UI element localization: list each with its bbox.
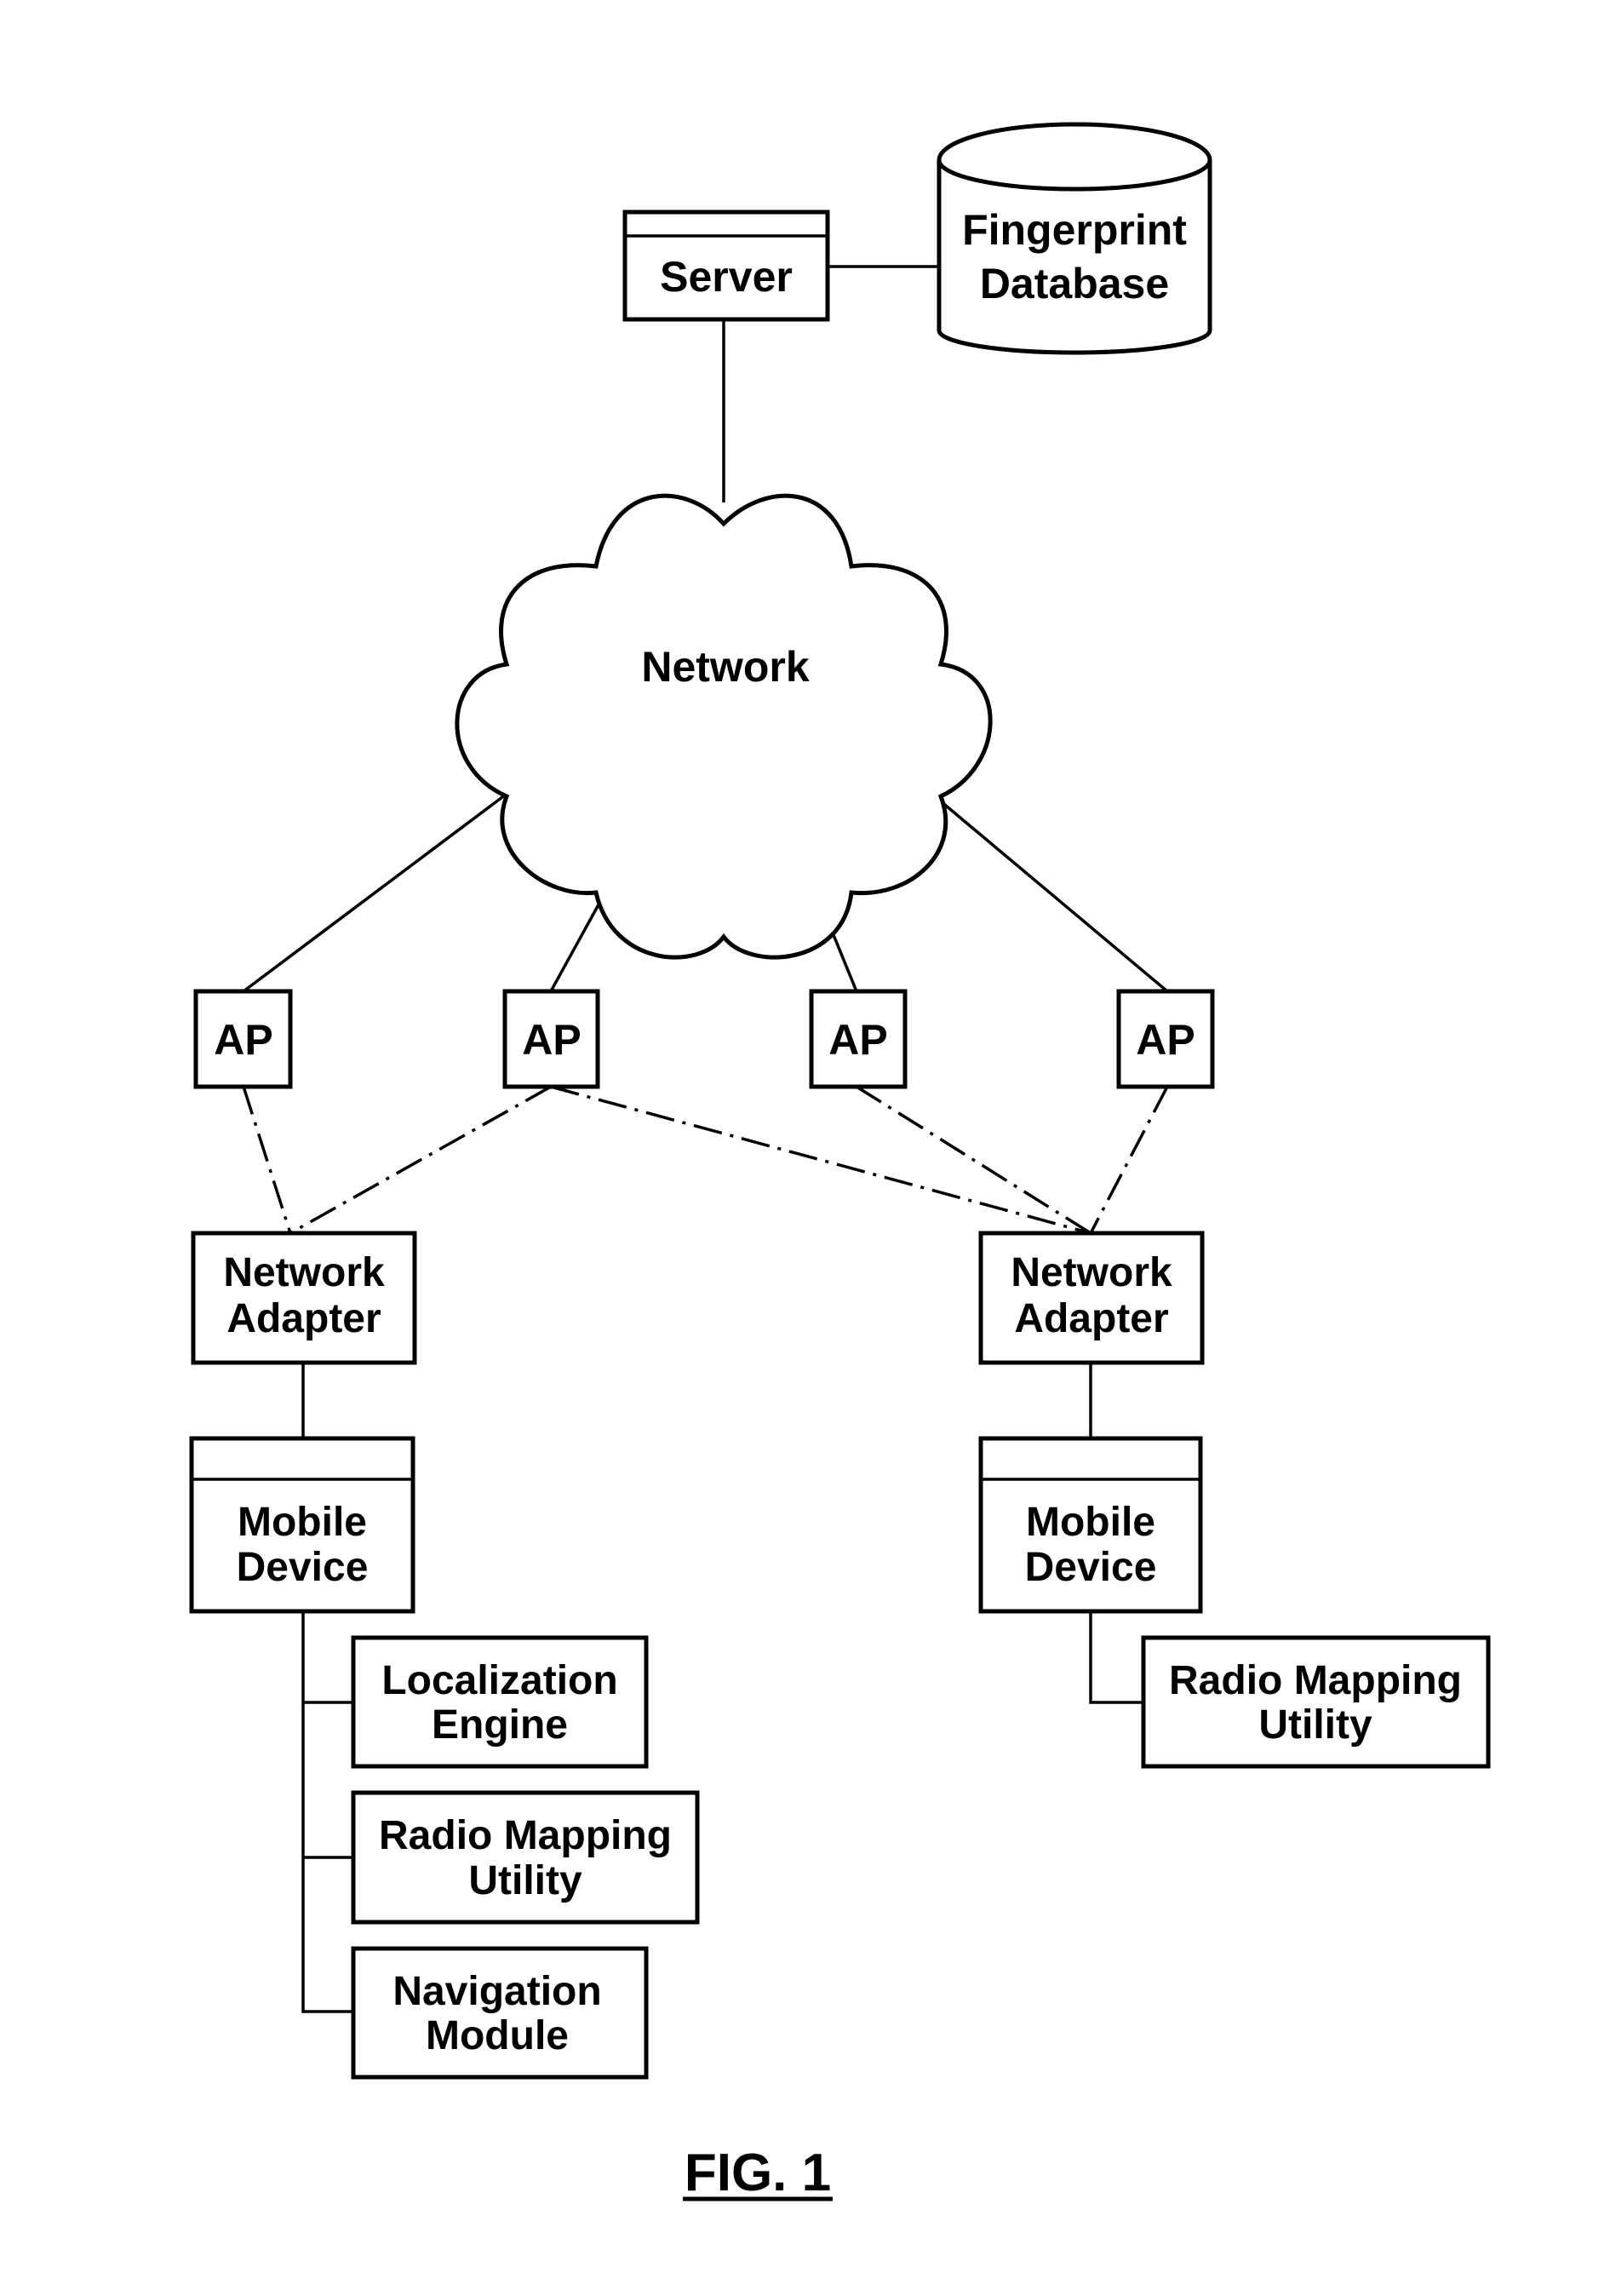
module-label-line1: Radio Mapping — [379, 1813, 672, 1858]
left-radio-mapping-utility-module: Radio Mapping Utility — [351, 1790, 700, 1925]
mobile-device-label-line2: Device — [237, 1545, 369, 1590]
figure-caption-text: FIG. 1 — [685, 2144, 831, 2202]
module-label-line2: Utility — [1258, 1702, 1372, 1748]
right-mobile-device: Mobile Device — [978, 1436, 1203, 1614]
network-cloud-node: Network — [455, 493, 993, 960]
server-label: Server — [660, 253, 793, 301]
module-label-line2: Engine — [432, 1702, 568, 1748]
connector-network-ap4 — [918, 782, 1169, 993]
module-label-line2: Utility — [468, 1858, 582, 1903]
network-adapter-label-line2: Adapter — [1014, 1296, 1168, 1341]
mobile-device-label-line1: Mobile — [1026, 1500, 1155, 1545]
network-adapter-label-line2: Adapter — [226, 1296, 381, 1341]
wireless-link-ap2-right-adapter — [550, 1085, 1091, 1235]
access-point-label: AP — [828, 1016, 887, 1064]
mobile-device-label-line1: Mobile — [238, 1500, 367, 1545]
connector-right-device-radio-mapping — [1089, 1611, 1143, 1704]
network-adapter-label-line1: Network — [223, 1250, 385, 1295]
module-label-line1: Navigation — [392, 1969, 601, 2014]
module-label-line2: Module — [426, 2013, 569, 2058]
left-network-adapter: Network Adapter — [191, 1231, 417, 1365]
access-point-label: AP — [1136, 1016, 1195, 1064]
figure-caption: FIG. 1 — [683, 2144, 833, 2202]
access-point-3: AP — [809, 989, 908, 1089]
module-label-line1: Radio Mapping — [1169, 1658, 1462, 1703]
access-point-label: AP — [522, 1016, 581, 1064]
right-radio-mapping-utility-module: Radio Mapping Utility — [1141, 1635, 1491, 1769]
network-adapter-label-line1: Network — [1011, 1250, 1172, 1295]
access-point-4: AP — [1116, 989, 1215, 1089]
module-label-line1: Localization — [381, 1658, 617, 1703]
wireless-link-ap2-left-adapter — [289, 1085, 552, 1235]
access-point-2: AP — [502, 989, 600, 1089]
network-label: Network — [641, 643, 809, 691]
server-node: Server — [622, 210, 830, 322]
localization-engine-module: Localization Engine — [351, 1635, 649, 1769]
database-label-line1: Fingerprint — [962, 206, 1187, 254]
wireless-link-ap4-right-adapter — [1089, 1086, 1169, 1234]
wireless-link-ap3-right-adapter — [856, 1085, 1091, 1235]
cloud-icon — [455, 493, 993, 960]
left-mobile-device: Mobile Device — [189, 1436, 415, 1614]
navigation-module: Navigation Module — [351, 1946, 649, 2080]
database-label-line2: Database — [980, 260, 1169, 307]
access-point-label: AP — [214, 1016, 272, 1064]
connector-network-ap1 — [242, 780, 524, 993]
network-diagram: Server Fingerprint Database Network AP A… — [189, 122, 1491, 2202]
wireless-link-ap1-left-adapter — [242, 1086, 292, 1234]
connector-left-device-modules — [301, 1611, 353, 2013]
mobile-device-label-line2: Device — [1025, 1545, 1157, 1590]
right-network-adapter: Network Adapter — [978, 1231, 1205, 1365]
access-point-1: AP — [193, 989, 293, 1089]
fingerprint-database-node: Fingerprint Database — [937, 122, 1212, 355]
